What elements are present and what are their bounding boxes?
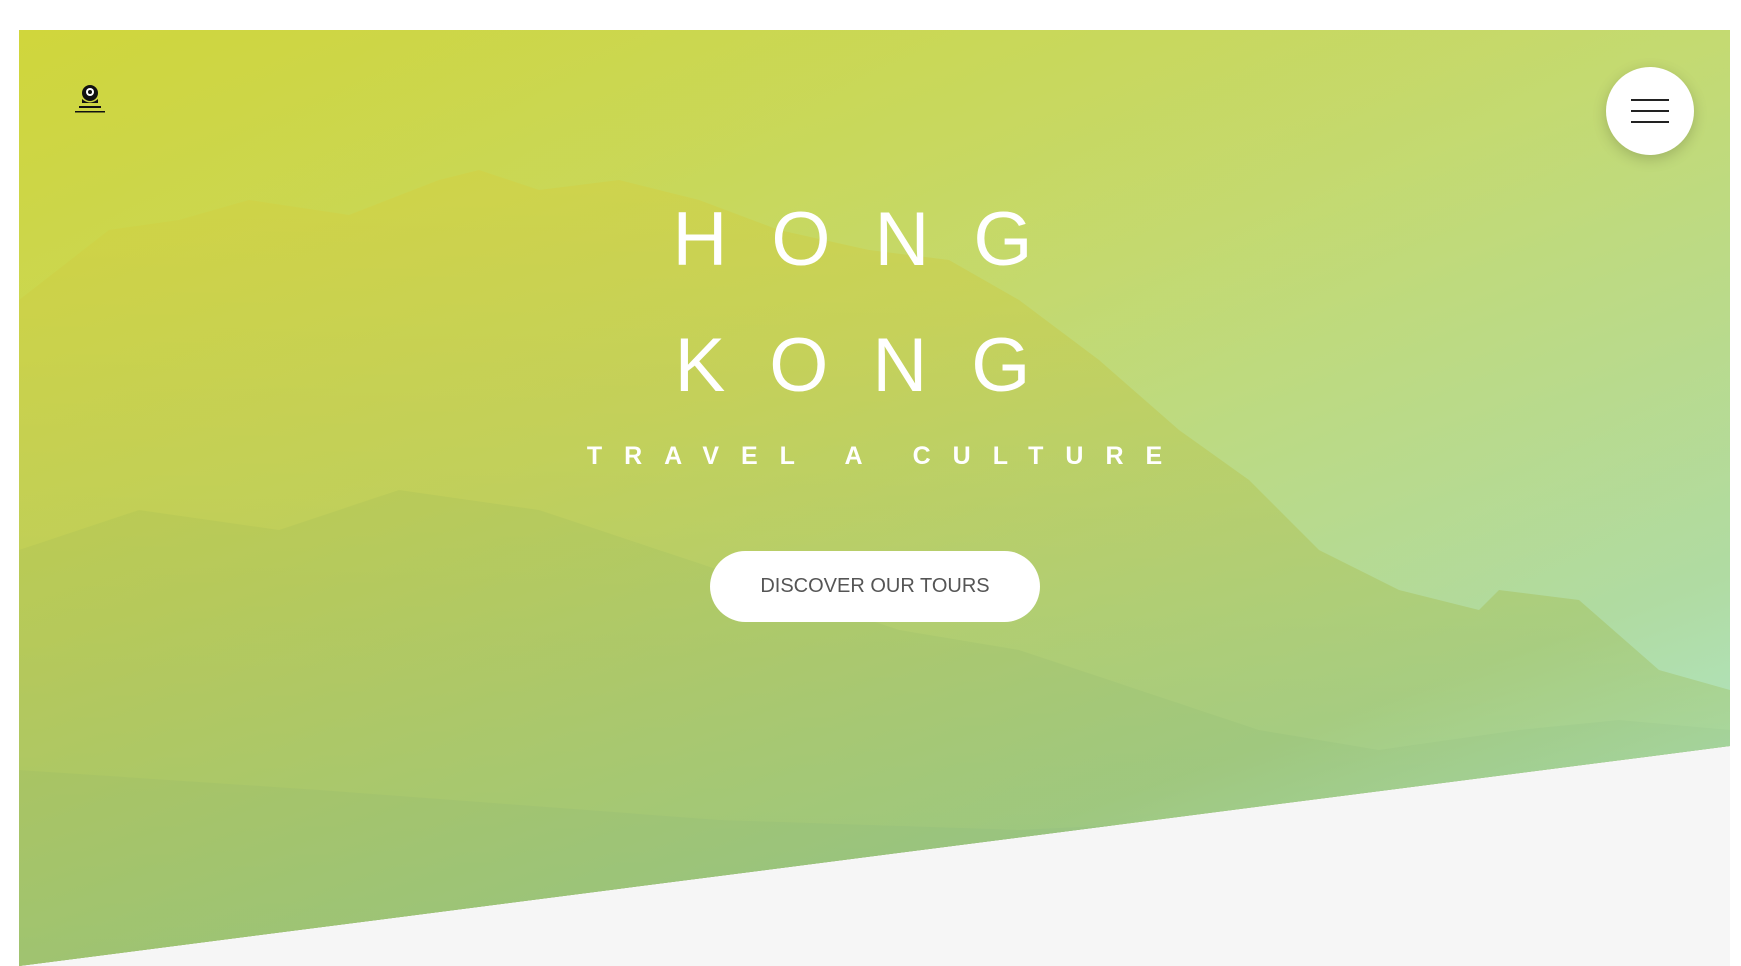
hero-title-line-2: KONG bbox=[674, 323, 1075, 408]
gradient-overlay bbox=[19, 30, 1730, 966]
hero-background-image bbox=[19, 30, 1730, 966]
camera-logo-icon[interactable] bbox=[73, 82, 107, 116]
menu-line bbox=[1631, 121, 1669, 123]
hamburger-menu-button[interactable] bbox=[1606, 67, 1694, 155]
discover-tours-button[interactable]: DISCOVER OUR TOURS bbox=[710, 551, 1040, 622]
menu-line bbox=[1631, 99, 1669, 101]
hero-section: HONG KONG TRAVEL A CULTURE DISCOVER OUR … bbox=[19, 30, 1730, 966]
hero-title-line-1: HONG bbox=[672, 197, 1077, 282]
hero-subtitle: TRAVEL A CULTURE bbox=[586, 442, 1185, 470]
menu-line bbox=[1631, 110, 1669, 112]
page: HONG KONG TRAVEL A CULTURE DISCOVER OUR … bbox=[0, 0, 1741, 966]
